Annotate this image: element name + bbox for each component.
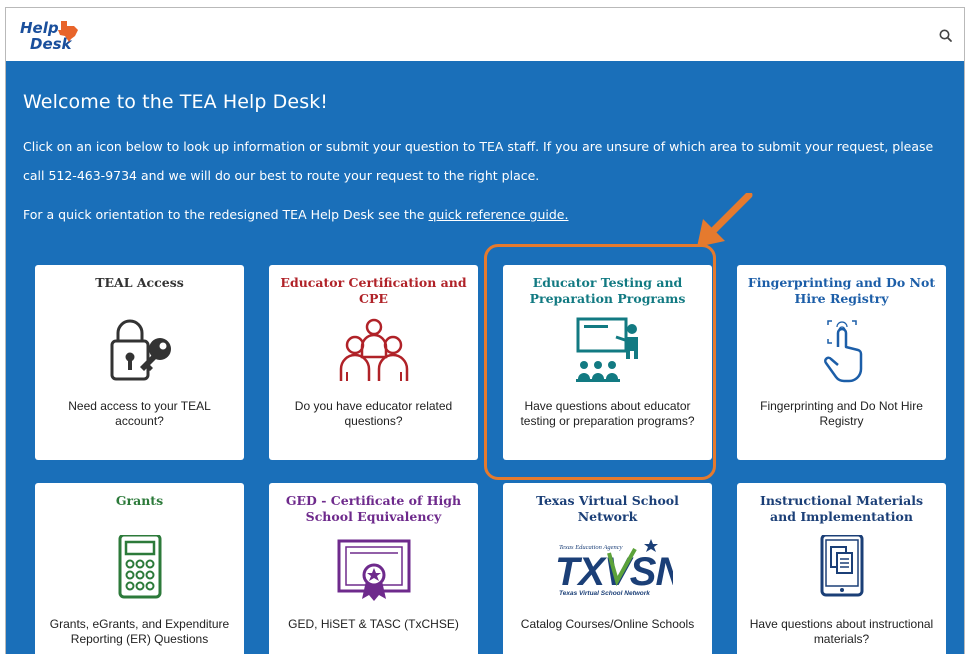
card-fingerprinting[interactable]: Fingerprinting and Do Not Hire Registry … xyxy=(737,265,946,460)
quick-reference-guide-link[interactable]: quick reference guide. xyxy=(428,207,568,222)
card-title: Educator Certification and CPE xyxy=(280,275,467,306)
helpdesk-logo[interactable]: Help Desk xyxy=(18,18,90,54)
certificate-icon xyxy=(337,539,410,601)
card-description: Catalog Courses/Online Schools xyxy=(520,617,695,631)
lock-key-icon xyxy=(110,319,171,381)
search-icon xyxy=(939,29,952,42)
card-instructional-materials[interactable]: Instructional Materials and Implementati… xyxy=(737,483,946,654)
txvsn-logo-sub: Texas Virtual School Network xyxy=(559,590,650,597)
calculator-icon xyxy=(118,535,161,599)
card-description: Fingerprinting and Do Not Hire Registry xyxy=(760,399,923,428)
txvsn-logo: Texas Education Agency TXVSN Texas Virtu… xyxy=(555,539,673,597)
card-educator-certification[interactable]: Educator Certification and CPE Do you ha… xyxy=(269,265,478,460)
card-title: TEAL Access xyxy=(95,275,184,290)
browser-frame: Help Desk Welcome to the TEA Help Desk! … xyxy=(5,7,965,654)
card-description: Grants, eGrants, and Expenditure Reporti… xyxy=(49,617,230,646)
card-description: GED, HiSET & TASC (TxCHSE) xyxy=(288,617,459,631)
card-grants[interactable]: Grants Grants, eGrants, and Expenditure … xyxy=(35,483,244,654)
card-description: Have questions about educator testing or… xyxy=(520,399,695,428)
card-educator-testing[interactable]: Educator Testing and Preparation Program… xyxy=(503,265,712,460)
orientation-text: For a quick orientation to the redesigne… xyxy=(23,207,568,222)
search-button[interactable] xyxy=(936,26,956,46)
card-ged[interactable]: GED - Certificate of High School Equival… xyxy=(269,483,478,654)
card-title: Instructional Materials and Implementati… xyxy=(759,493,924,524)
card-title: Fingerprinting and Do Not Hire Registry xyxy=(747,275,936,306)
card-description: Need access to your TEAL account? xyxy=(68,399,211,428)
card-teal-access[interactable]: TEAL Access Need access to your TEAL acc… xyxy=(35,265,244,460)
classroom-icon xyxy=(575,317,638,382)
card-description: Have questions about instructional mater… xyxy=(749,617,934,646)
page-title: Welcome to the TEA Help Desk! xyxy=(23,91,329,113)
arrow-icon xyxy=(697,193,753,247)
card-title: Grants xyxy=(115,493,164,508)
card-title: Texas Virtual School Network xyxy=(536,493,679,524)
top-bar: Help Desk xyxy=(6,8,964,61)
card-title: Educator Testing and Preparation Program… xyxy=(529,275,686,306)
card-txvsn[interactable]: Texas Virtual School Network Texas Educa… xyxy=(503,483,712,654)
tablet-document-icon xyxy=(820,535,863,597)
intro-text: Click on an icon below to look up inform… xyxy=(23,139,934,183)
hero-section: Welcome to the TEA Help Desk! Click on a… xyxy=(6,61,964,654)
card-description: Do you have educator related questions? xyxy=(294,399,453,428)
orientation-prefix: For a quick orientation to the redesigne… xyxy=(23,207,429,222)
fingerprint-touch-icon xyxy=(823,320,862,383)
card-title: GED - Certificate of High School Equival… xyxy=(285,493,462,524)
educators-icon xyxy=(339,318,408,381)
